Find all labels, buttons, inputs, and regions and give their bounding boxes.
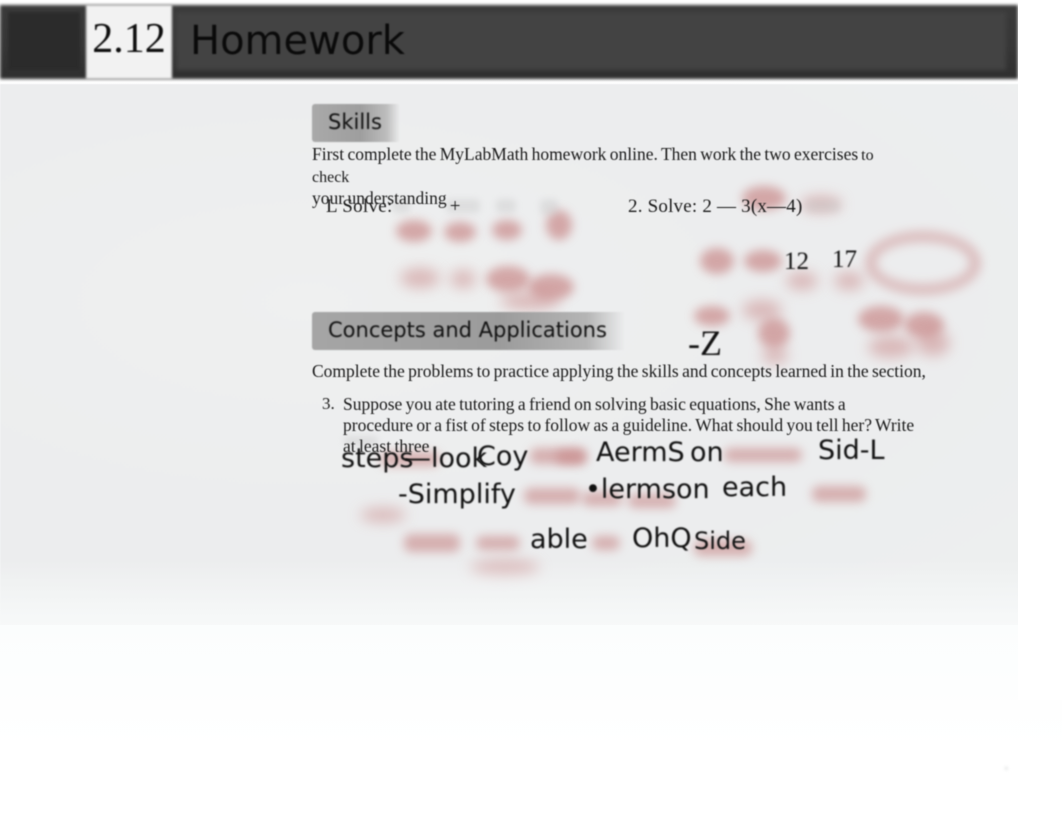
- handwritten-word-aerms: AermS: [596, 437, 685, 468]
- paper-lower-area: [0, 625, 1062, 830]
- scanned-page: 2.12 Homework Skills First complete the …: [0, 0, 1062, 830]
- handwritten-word-each: each: [722, 472, 788, 503]
- skills-section-badge: Skills: [312, 104, 400, 142]
- chapter-number: 2.12: [92, 16, 166, 62]
- page-title: Homework: [190, 18, 405, 64]
- problem-1-number: L: [326, 196, 338, 217]
- handwritten-word-able: able: [530, 524, 588, 555]
- problem-2-number: 2.: [628, 196, 643, 217]
- handwritten-word-simplify: -Simplify: [398, 479, 516, 510]
- handwritten-note-17: 17: [832, 246, 857, 273]
- header-left-block: [8, 12, 80, 70]
- handwritten-note-neg-z: -Z: [688, 323, 722, 363]
- handwritten-word-look: —look: [404, 443, 488, 474]
- handwritten-word-sidl: Sid-L: [818, 435, 885, 466]
- paper-right-edge: [1018, 0, 1062, 700]
- skills-problem-1: L Solve: +: [326, 196, 461, 218]
- problem-2-prompt: Solve:: [647, 196, 698, 217]
- problem-2-expression: 2 — 3(x—4): [702, 196, 803, 217]
- handwritten-word-on: on: [690, 437, 724, 468]
- handwritten-word-ohq: OhQ: [632, 523, 692, 554]
- concepts-problem-3-number: 3.: [322, 394, 335, 413]
- handwritten-word-lermson: •lermson: [585, 474, 710, 505]
- concepts-instructions: Complete the problems to practice applyi…: [312, 361, 926, 381]
- handwritten-note-12: 12: [784, 248, 809, 275]
- handwritten-word-steps: steps: [341, 443, 414, 474]
- handwritten-word-coy: Coy: [477, 441, 529, 472]
- skills-instructions-main: First complete the MyLabMath homework on…: [312, 144, 859, 164]
- problem-1-prompt: Solve:: [342, 196, 393, 217]
- page-corner-mark: ·: [1003, 758, 1010, 780]
- handwritten-word-side: Side: [694, 527, 746, 555]
- problem-1-expression: +: [449, 196, 461, 217]
- concepts-section-badge: Concepts and Applications: [312, 312, 625, 350]
- skills-problem-2: 2. Solve: 2 — 3(x—4): [628, 196, 802, 218]
